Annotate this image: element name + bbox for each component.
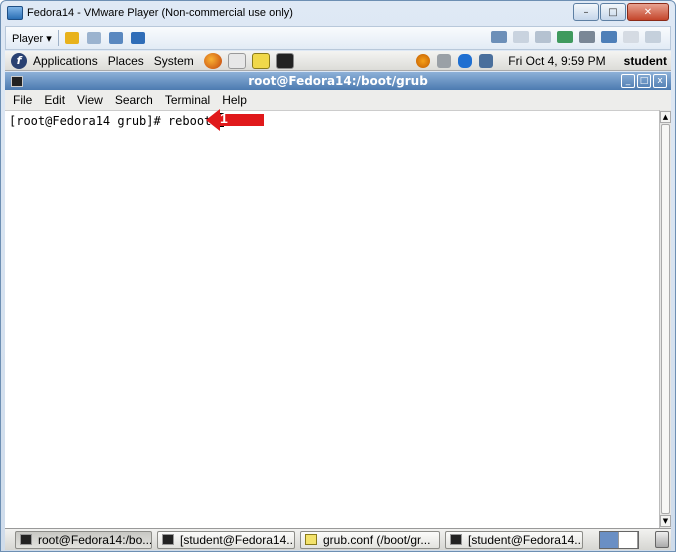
pause-icon[interactable] <box>64 32 79 44</box>
vmware-window-controls: – □ ✕ <box>572 3 669 21</box>
vmware-app-icon <box>7 6 23 20</box>
scroll-up-arrow-icon[interactable]: ▲ <box>660 111 671 123</box>
usb-device-icon[interactable] <box>557 31 573 43</box>
menu-file[interactable]: File <box>13 93 32 107</box>
network-status-icon[interactable] <box>479 54 494 68</box>
annotation-step-number: 1 <box>220 110 228 126</box>
sound-card-icon[interactable] <box>601 31 617 43</box>
hide-toolbar-icon[interactable] <box>645 31 661 43</box>
vmware-window: Fedora14 - VMware Player (Non-commercial… <box>0 0 676 552</box>
terminal-task-icon <box>450 534 462 545</box>
toolbar-device-icons <box>488 31 664 43</box>
panel-clock[interactable]: Fri Oct 4, 9:59 PM <box>508 54 605 68</box>
floppy-icon[interactable] <box>535 31 551 43</box>
annotation-arrow-shape <box>206 109 264 131</box>
devices-icon[interactable] <box>86 32 101 44</box>
annotation-arrow-icon <box>206 109 264 131</box>
update-notifier-icon[interactable] <box>416 54 431 68</box>
unity-icon[interactable] <box>130 32 145 44</box>
scrollbar-thumb[interactable] <box>661 124 670 514</box>
terminal-task-icon <box>20 534 32 545</box>
maximize-button[interactable]: □ <box>600 3 626 21</box>
menu-help[interactable]: Help <box>222 93 247 107</box>
panel-tray: Fri Oct 4, 9:59 PM student <box>416 51 667 71</box>
scroll-down-arrow-icon[interactable]: ▼ <box>660 515 671 527</box>
user-menu[interactable]: student <box>624 54 667 68</box>
bluetooth-icon[interactable] <box>458 54 473 68</box>
toolbar-separator <box>57 30 59 46</box>
terminal-scrollbar[interactable]: ▲ ▼ <box>659 110 671 528</box>
taskbar-item-label: [student@Fedora14... <box>468 532 583 547</box>
menu-view[interactable]: View <box>77 93 103 107</box>
volume-icon[interactable] <box>437 54 452 68</box>
vmware-window-title: Fedora14 - VMware Player (Non-commercial… <box>27 7 293 19</box>
terminal-launcher-icon[interactable] <box>275 52 294 69</box>
text-editor-task-icon <box>305 534 317 545</box>
terminal-prompt-line: [root@Fedora14 grub]# reboot <box>9 113 225 128</box>
taskbar-item-label: root@Fedora14:/bo... <box>38 532 152 547</box>
close-button[interactable]: ✕ <box>627 3 669 21</box>
terminal-task-icon <box>162 534 174 545</box>
vmware-toolbar: Player ▾ <box>5 26 671 50</box>
fedora-logo-icon[interactable]: f <box>11 52 27 69</box>
gnome-bottom-taskbar: root@Fedora14:/bo... [student@Fedora14..… <box>5 528 671 550</box>
menu-edit[interactable]: Edit <box>44 93 65 107</box>
cd-drive-icon[interactable] <box>513 31 529 43</box>
vmware-titlebar: Fedora14 - VMware Player (Non-commercial… <box>1 1 675 25</box>
trash-icon[interactable] <box>655 531 669 548</box>
taskbar-item-label: grub.conf (/boot/gr... <box>323 532 431 547</box>
firefox-icon[interactable] <box>203 52 222 69</box>
applications-menu[interactable]: Applications <box>33 54 98 68</box>
network-adapter-icon[interactable] <box>491 31 507 43</box>
email-client-icon[interactable] <box>227 52 246 69</box>
minimize-button[interactable]: – <box>573 3 599 21</box>
terminal-maximize-button[interactable]: □ <box>637 74 651 88</box>
workspace-1[interactable] <box>600 532 619 548</box>
taskbar-item-student-terminal-2[interactable]: [student@Fedora14... <box>445 530 583 549</box>
places-menu[interactable]: Places <box>108 54 144 68</box>
taskbar-item-student-terminal-1[interactable]: [student@Fedora14... <box>157 530 295 549</box>
menu-search[interactable]: Search <box>115 93 153 107</box>
workspace-switcher[interactable] <box>599 531 639 549</box>
terminal-output[interactable]: [root@Fedora14 grub]# reboot <box>5 110 659 528</box>
player-menu-button[interactable]: Player ▾ <box>12 32 52 45</box>
menu-terminal[interactable]: Terminal <box>165 93 210 107</box>
terminal-command-text: [root@Fedora14 grub]# reboot <box>9 114 212 128</box>
terminal-window-title: root@Fedora14:/boot/grub <box>248 74 428 88</box>
terminal-minimize-button[interactable]: _ <box>621 74 635 88</box>
printer-icon[interactable] <box>579 31 595 43</box>
terminal-titlebar: root@Fedora14:/boot/grub _ □ x <box>5 72 671 90</box>
taskbar-item-root-terminal[interactable]: root@Fedora14:/bo... <box>15 530 152 549</box>
text-editor-icon[interactable] <box>251 52 270 69</box>
message-icon[interactable] <box>623 31 639 43</box>
gnome-top-panel: f Applications Places System Fri Oct 4, … <box>5 51 671 71</box>
workspace-2[interactable] <box>619 532 638 548</box>
taskbar-item-label: [student@Fedora14... <box>180 532 295 547</box>
terminal-menubar: File Edit View Search Terminal Help <box>5 90 671 110</box>
terminal-window-controls: _ □ x <box>619 74 667 88</box>
taskbar-item-grub-conf[interactable]: grub.conf (/boot/gr... <box>300 530 440 549</box>
terminal-close-button[interactable]: x <box>653 74 667 88</box>
system-menu[interactable]: System <box>154 54 194 68</box>
fullscreen-icon[interactable] <box>108 32 123 44</box>
